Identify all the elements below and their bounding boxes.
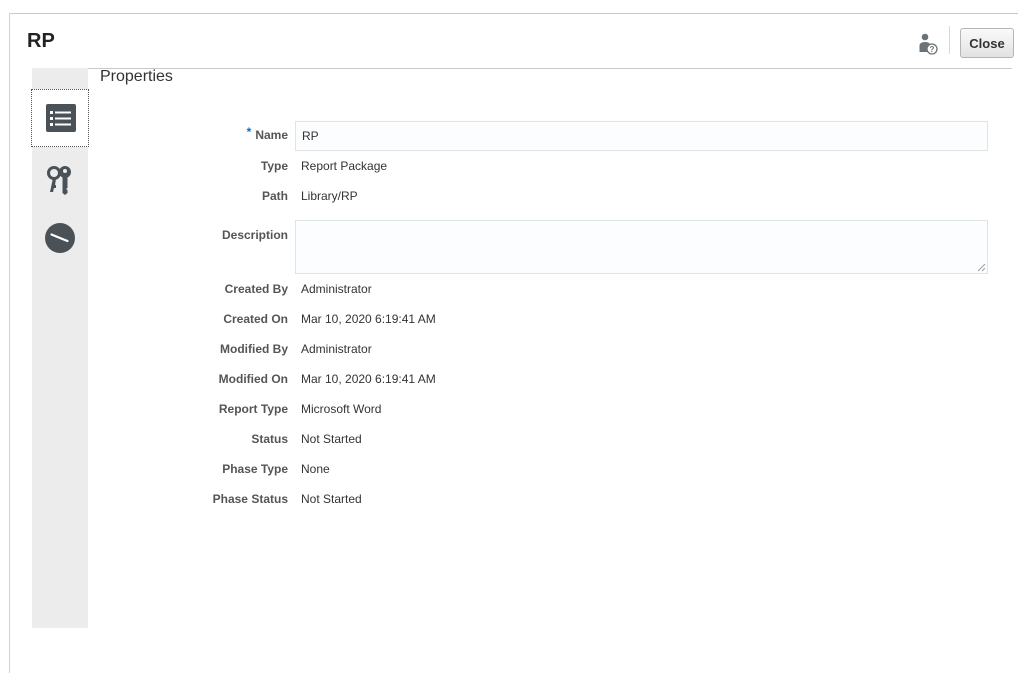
phase-type-label: Phase Type xyxy=(222,462,288,476)
user-help-icon: ? xyxy=(919,33,938,55)
report-type-value: Microsoft Word xyxy=(301,402,382,416)
phase-type-value: None xyxy=(301,462,330,476)
user-help-button[interactable]: ? xyxy=(916,31,940,57)
sidebar xyxy=(31,68,89,628)
path-value: Library/RP xyxy=(301,189,358,203)
modified-on-value: Mar 10, 2020 6:19:41 AM xyxy=(301,372,436,386)
list-icon xyxy=(46,104,76,132)
required-marker: * xyxy=(246,125,252,139)
description-textarea[interactable] xyxy=(295,220,988,274)
status-value: Not Started xyxy=(301,432,362,446)
type-value: Report Package xyxy=(301,159,388,173)
created-on-value: Mar 10, 2020 6:19:41 AM xyxy=(301,312,436,326)
tab-properties[interactable] xyxy=(31,89,89,147)
dialog-top-border xyxy=(9,13,1018,14)
created-on-label: Created On xyxy=(223,312,288,326)
report-type-label: Report Type xyxy=(218,402,288,416)
description-label: Description xyxy=(221,228,288,242)
created-by-label: Created By xyxy=(224,282,288,296)
modified-on-label: Modified On xyxy=(218,372,288,386)
svg-text:?: ? xyxy=(930,45,935,54)
path-label: Path xyxy=(261,189,288,203)
name-input[interactable] xyxy=(295,121,988,151)
created-by-value: Administrator xyxy=(301,282,372,296)
name-label: * Name xyxy=(246,125,288,142)
keys-icon xyxy=(47,166,71,195)
modified-by-value: Administrator xyxy=(301,342,372,356)
header-divider xyxy=(949,26,950,54)
tab-history[interactable] xyxy=(32,210,88,268)
section-divider xyxy=(88,68,1012,69)
phase-status-value: Not Started xyxy=(301,492,362,506)
clock-icon xyxy=(45,223,75,253)
phase-status-label: Phase Status xyxy=(212,492,288,506)
status-label: Status xyxy=(251,432,288,446)
modified-by-label: Modified By xyxy=(220,342,288,356)
tab-access[interactable] xyxy=(32,152,88,210)
dialog-left-border xyxy=(9,13,10,673)
close-button[interactable]: Close xyxy=(960,28,1014,58)
panel-title: Properties xyxy=(100,68,173,85)
page-title: RP xyxy=(27,30,55,52)
type-label: Type xyxy=(260,159,288,173)
resize-grip-icon[interactable] xyxy=(976,262,986,272)
